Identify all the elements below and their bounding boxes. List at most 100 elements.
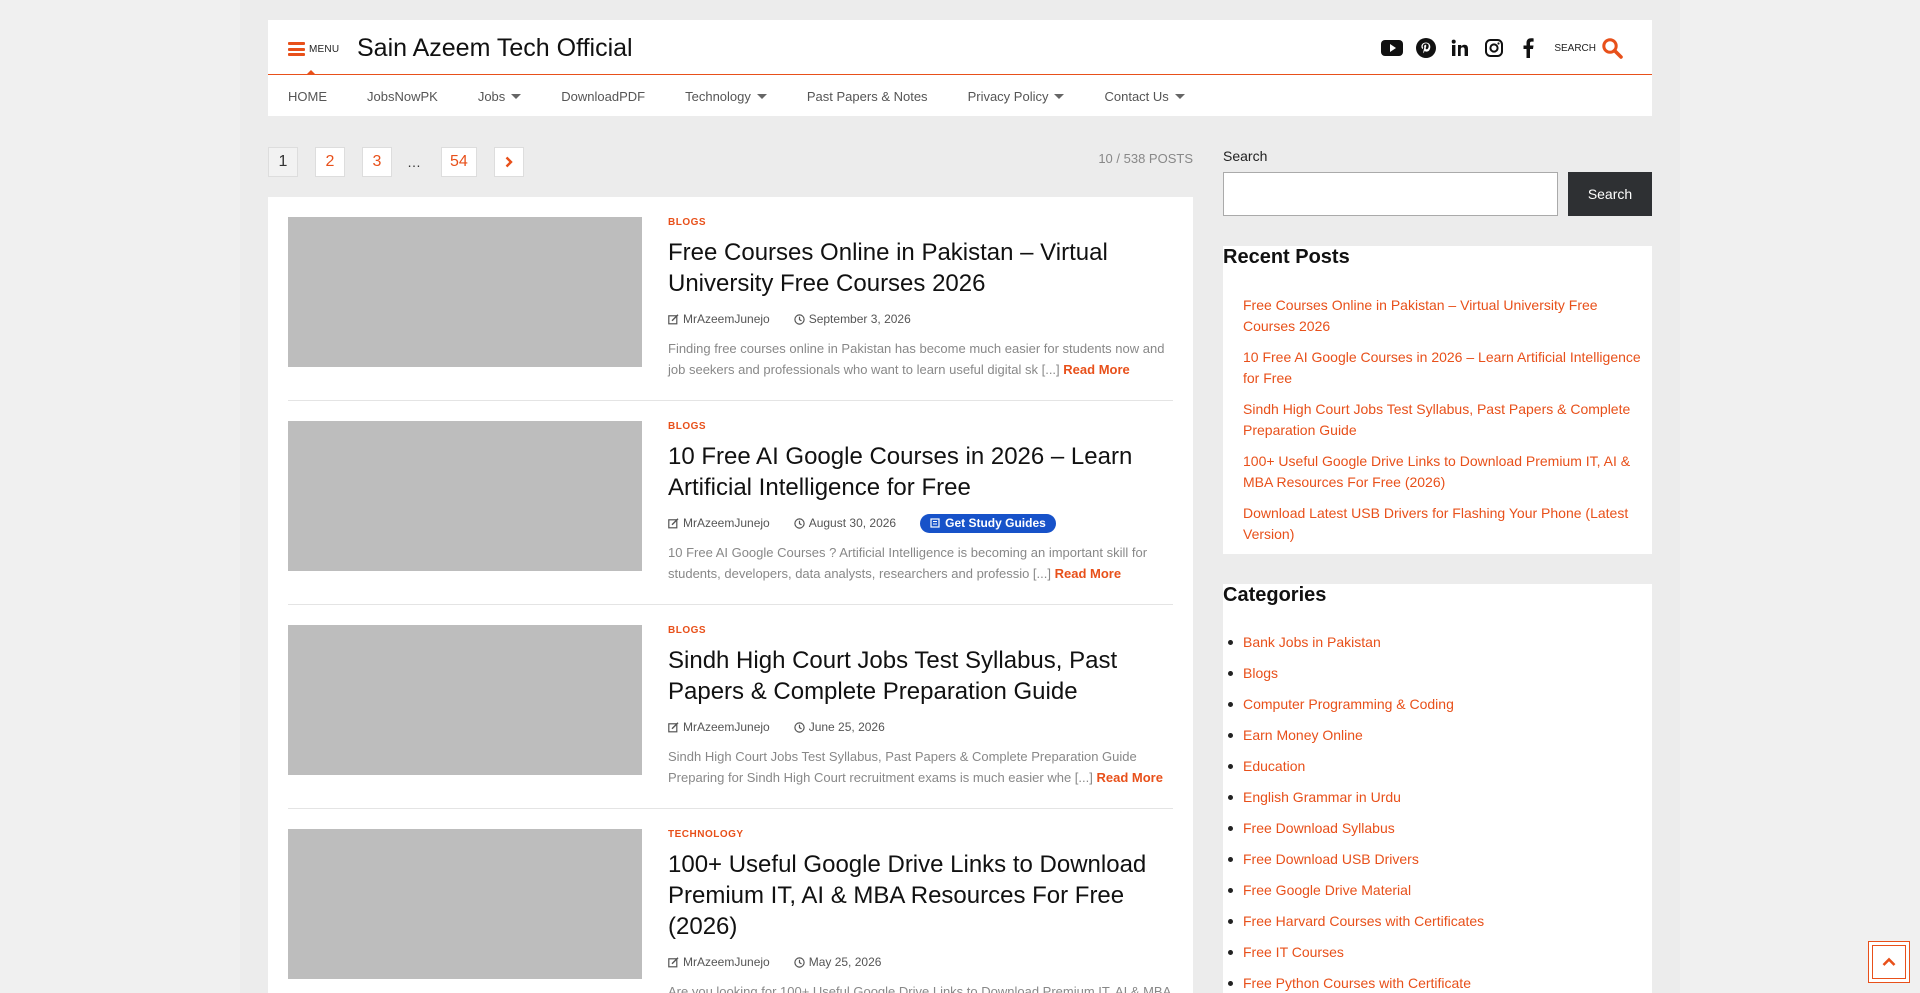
nav-label: DownloadPDF [561,88,646,104]
post-category[interactable]: TECHNOLOGY [668,829,1173,840]
post-date: May 25, 2026 [794,955,882,969]
post-meta: MrAzeemJunejo September 3, 2026 [668,310,1173,328]
search-icon[interactable] [1600,36,1624,60]
post-category[interactable]: BLOGS [668,625,1173,636]
author-name: MrAzeemJunejo [683,312,770,326]
read-more-link[interactable]: Read More [1063,362,1129,377]
linkedin-icon[interactable] [1448,36,1472,60]
caret-down-icon [1174,93,1185,99]
nav-label: JobsNowPK [367,88,438,104]
category-link[interactable]: Blogs [1228,664,1648,682]
header-topbar: MENU Sain Azeem Tech Official SEARCH [268,20,1652,75]
post-category[interactable]: BLOGS [668,421,1173,432]
nav-item-home[interactable]: HOME [288,89,327,104]
categories-list: Bank Jobs in Pakistan Blogs Computer Pro… [1228,633,1648,993]
main-nav: HOME JobsNowPK Jobs DownloadPDF Technolo… [268,76,1652,116]
post-title[interactable]: 100+ Useful Google Drive Links to Downlo… [668,849,1173,942]
post-author[interactable]: MrAzeemJunejo [668,955,770,969]
nav-label: Jobs [477,88,506,104]
caret-down-icon [756,93,767,99]
study-guides-label: Get Study Guides [945,516,1046,530]
caret-down-icon [1054,93,1065,99]
category-link[interactable]: Free IT Courses [1228,943,1648,961]
post-card: TECHNOLOGY 100+ Useful Google Drive Link… [288,809,1173,993]
category-link[interactable]: Free Download Syllabus [1228,819,1648,837]
edit-icon [668,313,679,324]
next-page-button[interactable] [493,147,524,177]
category-link[interactable]: Free Google Drive Material [1228,881,1648,899]
search-label[interactable]: SEARCH [1554,43,1596,54]
read-more-link[interactable]: Read More [1096,770,1162,785]
clock-icon [794,721,805,733]
post-thumbnail[interactable] [288,829,642,979]
nav-label: Privacy Policy [967,88,1049,104]
sidebar-search-button[interactable]: Search [1568,172,1652,216]
post-date: September 3, 2026 [794,312,911,326]
post-title[interactable]: Free Courses Online in Pakistan – Virtua… [668,237,1173,299]
recent-post-link[interactable]: Sindh High Court Jobs Test Syllabus, Pas… [1243,399,1648,441]
nav-item-contact-us[interactable]: Contact Us [1104,88,1185,104]
pagination: 1 2 3 … 54 [268,147,541,177]
pinterest-icon[interactable] [1414,36,1438,60]
date-text: June 25, 2026 [808,720,885,734]
recent-post-link[interactable]: Free Courses Online in Pakistan – Virtua… [1243,295,1648,337]
hamburger-icon [288,42,305,56]
clock-icon [794,517,805,529]
category-link[interactable]: Earn Money Online [1228,726,1648,744]
recent-post-link[interactable]: 100+ Useful Google Drive Links to Downlo… [1243,451,1648,493]
posts-count: 10 / 538 POSTS [1098,151,1193,166]
youtube-icon[interactable] [1380,36,1404,60]
recent-post-link[interactable]: Download Latest USB Drivers for Flashing… [1243,503,1648,545]
recent-posts-title: Recent Posts [1223,246,1350,268]
back-to-top-button[interactable] [1868,941,1910,983]
date-text: May 25, 2026 [808,955,882,969]
page-2-button[interactable]: 2 [315,147,345,177]
nav-item-technology[interactable]: Technology [685,89,767,104]
nav-item-privacy-policy[interactable]: Privacy Policy [968,89,1065,104]
nav-item-jobs[interactable]: Jobs [477,88,522,104]
get-study-guides-button[interactable]: Get Study Guides [920,513,1056,533]
category-link[interactable]: Free Harvard Courses with Certificates [1228,912,1648,930]
category-link[interactable]: Bank Jobs in Pakistan [1228,633,1648,651]
site-title[interactable]: Sain Azeem Tech Official [357,34,633,63]
recent-post-link[interactable]: 10 Free AI Google Courses in 2026 – Lear… [1243,347,1648,389]
category-link[interactable]: Education [1228,757,1648,775]
category-link[interactable]: Free Download USB Drivers [1228,850,1648,868]
author-name: MrAzeemJunejo [683,720,770,734]
caret-down-icon [511,93,522,99]
post-excerpt: Sindh High Court Jobs Test Syllabus, Pas… [668,746,1173,788]
category-link[interactable]: Free Python Courses with Certificate [1228,974,1648,992]
nav-item-downloadpdf[interactable]: DownloadPDF [561,89,645,104]
post-author[interactable]: MrAzeemJunejo [668,720,770,734]
clock-icon [794,313,805,325]
page-1-button[interactable]: 1 [268,147,298,177]
recent-posts-list: Free Courses Online in Pakistan – Virtua… [1243,295,1648,555]
sidebar-search-label: Search [1223,148,1268,164]
sidebar-search-input[interactable] [1223,172,1558,216]
instagram-icon[interactable] [1482,36,1506,60]
category-link[interactable]: English Grammar in Urdu [1228,788,1648,806]
post-excerpt: Finding free courses online in Pakistan … [668,338,1173,380]
nav-label: HOME [288,88,327,104]
post-author[interactable]: MrAzeemJunejo [668,516,770,530]
facebook-icon[interactable] [1516,36,1540,60]
post-category[interactable]: BLOGS [668,217,1173,228]
post-thumbnail[interactable] [288,625,642,775]
post-title[interactable]: Sindh High Court Jobs Test Syllabus, Pas… [668,645,1173,707]
chevron-right-icon [505,156,513,168]
post-author[interactable]: MrAzeemJunejo [668,312,770,326]
post-thumbnail[interactable] [288,217,642,367]
read-more-link[interactable]: Read More [1055,566,1121,581]
nav-item-past-papers[interactable]: Past Papers & Notes [807,89,928,104]
post-thumbnail[interactable] [288,421,642,571]
nav-item-jobsnowpk[interactable]: JobsNowPK [367,89,438,104]
post-title[interactable]: 10 Free AI Google Courses in 2026 – Lear… [668,441,1173,503]
menu-button[interactable]: MENU [288,40,339,58]
page-last-button[interactable]: 54 [441,147,477,177]
nav-label: Contact Us [1104,88,1169,104]
author-name: MrAzeemJunejo [683,955,770,969]
page-3-button[interactable]: 3 [362,147,392,177]
posts-list: BLOGS Free Courses Online in Pakistan – … [268,197,1193,993]
post-excerpt: Are you looking for 100+ Useful Google D… [668,981,1173,993]
category-link[interactable]: Computer Programming & Coding [1228,695,1648,713]
